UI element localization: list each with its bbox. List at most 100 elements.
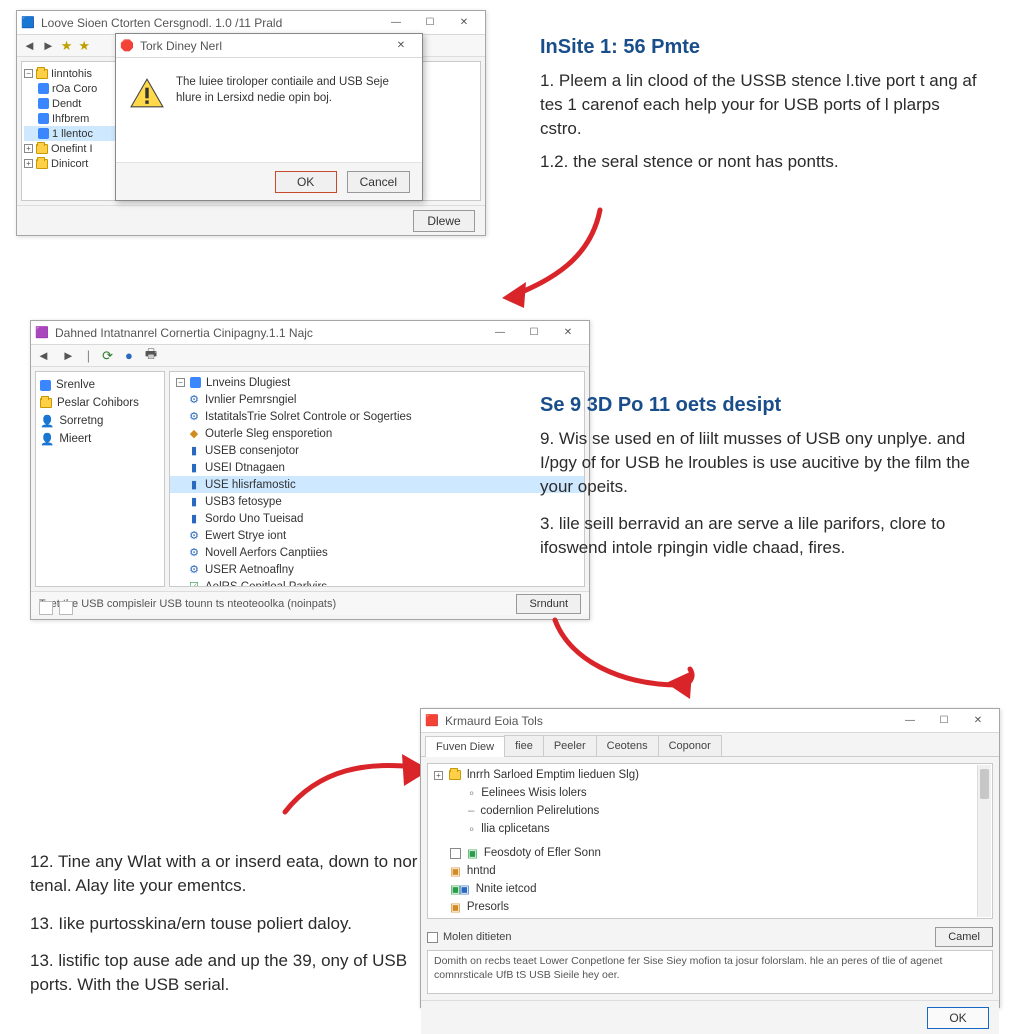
minimize-button[interactable]: — bbox=[893, 711, 927, 731]
star2-icon[interactable]: ★ bbox=[78, 38, 90, 54]
list-item[interactable]: ⚙Novell Aerfors Canptiies bbox=[170, 544, 584, 561]
heading: Se 9 3D Po 11 oets desipt bbox=[540, 394, 980, 417]
heading: InSite 1: 56 Pmte bbox=[540, 36, 980, 59]
list-item[interactable]: ⚙USER Aetnoaflny bbox=[170, 561, 584, 578]
para: 9. Wis se used en of liilt musses of USB… bbox=[540, 427, 980, 498]
dialog-message: The luiee tiroloper contiaile and USB Se… bbox=[176, 74, 408, 152]
tab[interactable]: fiee bbox=[504, 735, 544, 756]
tree-item[interactable]: Ihfbrem bbox=[24, 111, 128, 126]
para: 13. Iike purtosskina/ern touse poliert d… bbox=[30, 912, 450, 936]
list-item[interactable]: –codernlion Pelirelutions bbox=[428, 802, 992, 820]
forward-icon[interactable]: ► bbox=[42, 38, 55, 53]
tab[interactable]: Coponor bbox=[658, 735, 722, 756]
left-nav-pane[interactable]: Srenlve Peslar Cohibors 👤Sorretng 👤Mieer… bbox=[35, 371, 165, 587]
device-list-pane[interactable]: −Lnveins Dlugiest ⚙Ivnlier Pemrsngiel ⚙I… bbox=[169, 371, 585, 587]
tab-strip: Fuven Diew fiee Peeler Ceotens Coponor bbox=[421, 733, 999, 757]
back-icon[interactable]: ◄ bbox=[37, 348, 50, 363]
dialog-close-button[interactable]: ✕ bbox=[384, 36, 418, 56]
feature-list[interactable]: +lnrrh Sarloed Emptim lieduen Slg) ∘Eeli… bbox=[427, 763, 993, 919]
instruction-block-2: Se 9 3D Po 11 oets desipt 9. Wis se used… bbox=[540, 394, 980, 560]
list-item[interactable]: ▮USEI Dtnagaen bbox=[170, 459, 584, 476]
footer-icon[interactable] bbox=[39, 601, 53, 615]
list-item[interactable]: ◆Outerle Sleg ensporetion bbox=[170, 425, 584, 442]
list-item[interactable]: ▮Sordo Uno Tueisad bbox=[170, 510, 584, 527]
close-button[interactable]: ✕ bbox=[447, 13, 481, 33]
tab-active[interactable]: Fuven Diew bbox=[425, 736, 505, 757]
warning-dialog: 🛑 Tork Diney Nerl ✕ The luiee tiroloper … bbox=[115, 33, 423, 201]
list-item[interactable]: ∘Eelinees Wisis lolers bbox=[428, 784, 992, 802]
window-2-titlebar[interactable]: 🟪 Dahned Intatnanrel Cornertia Cinipagny… bbox=[31, 321, 589, 345]
app-icon: 🟥 bbox=[425, 714, 439, 728]
description-box: Domith on recbs teaet Lower Conpetlone f… bbox=[427, 950, 993, 994]
tab[interactable]: Peeler bbox=[543, 735, 597, 756]
window-3-title: Krmaurd Eoia Tols bbox=[445, 714, 893, 728]
maximize-button[interactable]: ☐ bbox=[413, 13, 447, 33]
window-2-title: Dahned Intatnanrel Cornertia Cinipagny.1… bbox=[55, 326, 483, 340]
tree-item[interactable]: rOa Coro bbox=[24, 81, 128, 96]
para: 1.2. the seral stence or nont has pontts… bbox=[540, 150, 980, 174]
scrollbar[interactable] bbox=[977, 765, 991, 917]
minimize-button[interactable]: — bbox=[483, 323, 517, 343]
maximize-button[interactable]: ☐ bbox=[927, 711, 961, 731]
tree-item[interactable]: Dendt bbox=[24, 96, 128, 111]
nav-item[interactable]: Srenlve bbox=[40, 376, 160, 394]
nav-item[interactable]: 👤Sorretng bbox=[40, 412, 160, 430]
list-heading[interactable]: −Lnveins Dlugiest bbox=[170, 374, 584, 391]
status-text: Teet the USB compisleir USB tounn ts nte… bbox=[39, 598, 336, 610]
para: 13. listific top ause ade and up the 39,… bbox=[30, 949, 450, 997]
para: 12. Tine any Wlat with a or inserd eata,… bbox=[30, 850, 450, 898]
list-item[interactable]: ☑AelRS Cenitloal Parlyirs bbox=[170, 578, 584, 587]
checkbox-row[interactable]: Molen ditieten bbox=[427, 931, 512, 943]
list-item[interactable]: ▣hntnd bbox=[428, 862, 992, 880]
list-item-selected[interactable]: ▮USE hlisrfamostic bbox=[170, 476, 584, 493]
list-item[interactable]: ▣Presorls bbox=[428, 898, 992, 916]
ok-button[interactable]: OK bbox=[927, 1007, 989, 1029]
window-3-titlebar[interactable]: 🟥 Krmaurd Eoia Tols — ☐ ✕ bbox=[421, 709, 999, 733]
globe-icon[interactable]: ● bbox=[125, 348, 133, 363]
close-button[interactable]: ✕ bbox=[961, 711, 995, 731]
list-item[interactable]: ▣▣Nnite ietcod bbox=[428, 880, 992, 898]
tree-item[interactable]: +Dinicort bbox=[24, 156, 128, 171]
cancel-button[interactable]: Camel bbox=[935, 927, 993, 947]
arrow-icon bbox=[270, 742, 440, 832]
instruction-block-3: 12. Tine any Wlat with a or inserd eata,… bbox=[30, 850, 450, 997]
footer-icon[interactable] bbox=[59, 601, 73, 615]
window-1-title: Loove Sioen Ctorten Cersgnodl. 1.0 /11 P… bbox=[41, 16, 379, 30]
cancel-button[interactable]: Cancel bbox=[347, 171, 410, 193]
print-icon[interactable]: 🖶 bbox=[145, 345, 157, 367]
star-icon[interactable]: ★ bbox=[61, 38, 73, 54]
list-item[interactable]: ∘llia cplicetans bbox=[428, 820, 992, 838]
list-item[interactable]: ▮USB3 fetosype bbox=[170, 493, 584, 510]
window-1-titlebar[interactable]: 🟦 Loove Sioen Ctorten Cersgnodl. 1.0 /11… bbox=[17, 11, 485, 35]
list-item[interactable]: ▮USEB consenjotor bbox=[170, 442, 584, 459]
close-button[interactable]: ✕ bbox=[551, 323, 585, 343]
arrow-icon bbox=[490, 200, 620, 310]
list-item[interactable]: ⚙Ewert Strye iont bbox=[170, 527, 584, 544]
app-icon: 🟦 bbox=[21, 16, 35, 30]
app-icon: 🟪 bbox=[35, 326, 49, 340]
refresh-icon[interactable]: ⟳ bbox=[102, 348, 113, 364]
forward-icon[interactable]: ► bbox=[62, 348, 75, 363]
instruction-block-1: InSite 1: 56 Pmte 1. Pleem a lin clood o… bbox=[540, 36, 980, 174]
dialog-title: Tork Diney Nerl bbox=[140, 39, 384, 53]
footer-button[interactable]: Dlewe bbox=[413, 210, 475, 232]
ok-button[interactable]: OK bbox=[275, 171, 337, 193]
list-heading[interactable]: +lnrrh Sarloed Emptim lieduen Slg) bbox=[428, 766, 992, 784]
list-item[interactable]: ⚙Ivnlier Pemrsngiel bbox=[170, 391, 584, 408]
maximize-button[interactable]: ☐ bbox=[517, 323, 551, 343]
tree-item[interactable]: +Onefint I bbox=[24, 141, 128, 156]
window-3: 🟥 Krmaurd Eoia Tols — ☐ ✕ Fuven Diew fie… bbox=[420, 708, 1000, 1008]
dialog-app-icon: 🛑 bbox=[120, 39, 134, 53]
list-item[interactable]: ⚙IstatitalsTrie Solret Controle or Soger… bbox=[170, 408, 584, 425]
nav-item[interactable]: Peslar Cohibors bbox=[40, 394, 160, 412]
nav-item[interactable]: 👤Mieert bbox=[40, 430, 160, 448]
checkbox[interactable] bbox=[427, 932, 438, 943]
minimize-button[interactable]: — bbox=[379, 13, 413, 33]
para: 1. Pleem a lin clood of the USSB stence … bbox=[540, 69, 980, 140]
tree-item[interactable]: −Iinntohis bbox=[24, 66, 128, 81]
tab[interactable]: Ceotens bbox=[596, 735, 659, 756]
back-icon[interactable]: ◄ bbox=[23, 38, 36, 53]
list-item[interactable]: ▣Feosdoty of Efler Sonn bbox=[428, 844, 992, 862]
scrollbar-thumb[interactable] bbox=[980, 769, 989, 799]
tree-item-selected[interactable]: 1 llentoc bbox=[24, 126, 128, 141]
